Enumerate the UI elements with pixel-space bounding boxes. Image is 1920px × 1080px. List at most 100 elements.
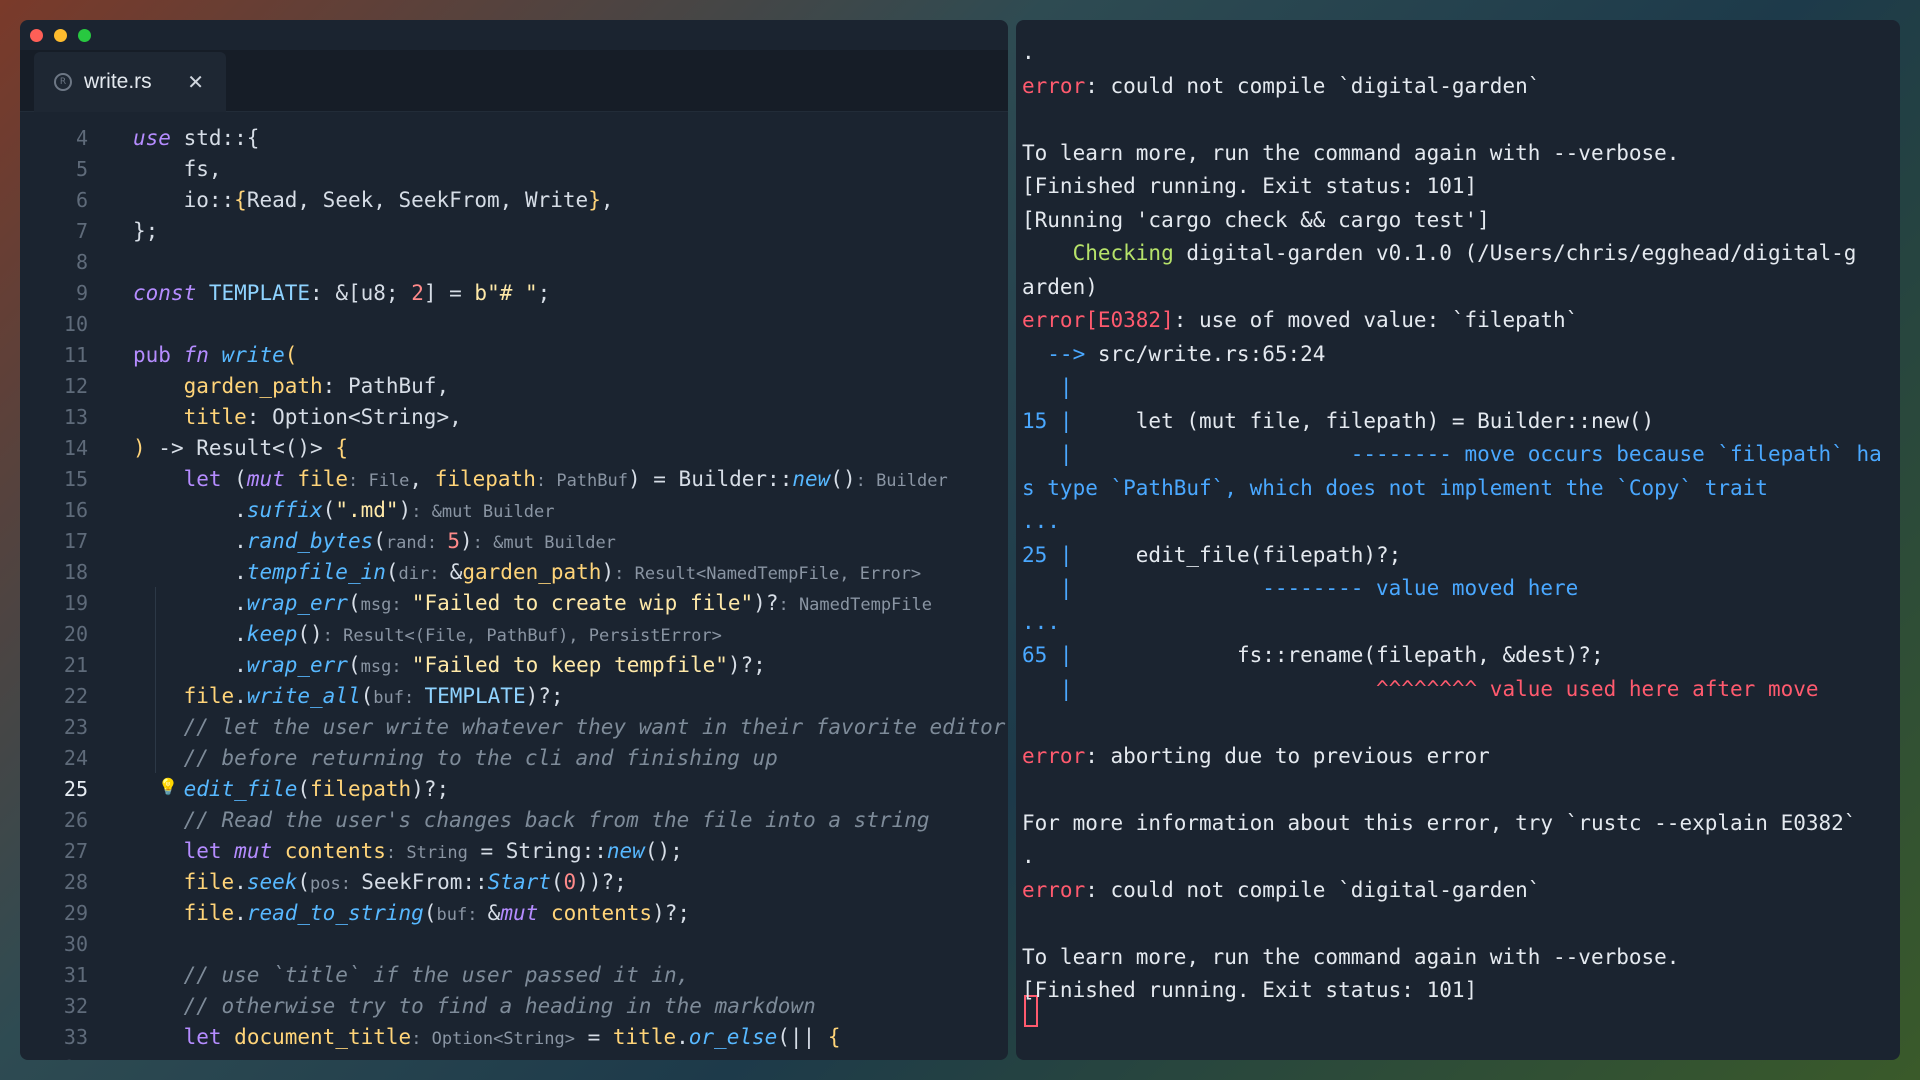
code-token: : Result<NamedTempFile, Error> <box>614 563 922 584</box>
code-token: )?; <box>411 776 450 801</box>
terminal-token: : use of moved value: `filepath` <box>1173 308 1579 332</box>
code-text: // before returning to the cli and finis… <box>133 746 778 770</box>
code-token: ( <box>347 652 361 677</box>
code-line[interactable]: 25 edit_file(filepath)?; 💡 <box>20 773 1008 804</box>
terminal-line: --> src/write.rs:65:24 <box>1022 342 1325 366</box>
line-number: 28 <box>63 869 88 894</box>
code-line[interactable]: 16 .suffix(".md"): &mut Builder <box>20 494 1008 525</box>
maximize-window-button[interactable] <box>78 29 91 42</box>
line-number: 9 <box>75 280 88 305</box>
code-token: ( <box>284 342 298 367</box>
code-token: )?; <box>727 652 766 677</box>
terminal-line: s type `PathBuf`, which does not impleme… <box>1022 476 1768 500</box>
code-token: : String <box>385 842 468 863</box>
code-token: garden_path <box>462 559 602 584</box>
code-token: // otherwise try to find a heading in th… <box>133 993 816 1018</box>
code-text: // otherwise try to find a heading in th… <box>133 994 816 1018</box>
code-token: ( <box>322 497 336 522</box>
code-line[interactable]: 21 .wrap_err(msg: "Failed to keep tempfi… <box>20 649 1008 680</box>
code-line[interactable]: 27 let mut contents: String = String::ne… <box>20 835 1008 866</box>
code-token: . <box>234 869 247 894</box>
terminal-token: ... <box>1022 609 1060 634</box>
code-line[interactable]: 6 io::{Read, Seek, SeekFrom, Write}, <box>20 184 1008 215</box>
code-line[interactable]: 18 .tempfile_in(dir: &garden_path): Resu… <box>20 556 1008 587</box>
code-line[interactable]: 33 let document_title: Option<String> = … <box>20 1021 1008 1052</box>
code-token: : String <box>335 1060 417 1061</box>
code-token: 5 <box>447 528 460 553</box>
code-line[interactable]: 29 file.read_to_string(buf: &mut content… <box>20 897 1008 928</box>
code-token: = <box>574 1024 613 1049</box>
line-number: 26 <box>63 807 88 832</box>
code-token: wrap_err <box>246 652 348 677</box>
code-text: let (mut file: File, filepath: PathBuf) … <box>133 467 948 491</box>
code-line[interactable]: 30 <box>20 928 1008 959</box>
code-line[interactable]: 8 <box>20 246 1008 277</box>
code-text: // Read the user's changes back from the… <box>133 808 930 832</box>
code-line[interactable]: 24 // before returning to the cli and fi… <box>20 742 1008 773</box>
terminal-token: arden) <box>1022 274 1098 299</box>
code-token: }; <box>133 218 159 243</box>
terminal-line: To learn more, run the command again wit… <box>1022 141 1679 165</box>
minimize-window-button[interactable] <box>54 29 67 42</box>
code-line[interactable]: 11 pub fn write( <box>20 339 1008 370</box>
code-line[interactable]: 19 .wrap_err(msg: "Failed to create wip … <box>20 587 1008 618</box>
code-token: -> Result<()> <box>145 435 336 460</box>
code-line[interactable]: 20 .keep(): Result<(File, PathBuf), Pers… <box>20 618 1008 649</box>
terminal-line: | -------- value moved here <box>1022 576 1578 600</box>
terminal-token: To learn more, run the command again wit… <box>1022 140 1680 165</box>
code-line[interactable]: 31 // use `title` if the user passed it … <box>20 959 1008 990</box>
code-token: ) <box>133 435 146 460</box>
code-line[interactable]: 17 .rand_bytes(rand: 5): &mut Builder <box>20 525 1008 556</box>
code-token: msg: <box>360 656 412 677</box>
code-token: contents <box>234 1056 335 1061</box>
terminal-token: fs::rename(filepath, &dest)?; <box>1072 643 1604 667</box>
terminal-token: ^^^^^^^^ value used here after move <box>1072 676 1819 701</box>
code-text: let mut contents: String = String::new()… <box>133 839 683 863</box>
code-line[interactable]: 10 <box>20 308 1008 339</box>
code-text: .keep(): Result<(File, PathBuf), Persist… <box>133 622 722 646</box>
code-line[interactable]: 4 use std::{ <box>20 122 1008 153</box>
tab-write-rs[interactable]: R write.rs ✕ <box>34 52 226 112</box>
line-number: 22 <box>63 683 88 708</box>
code-line[interactable]: 9 const TEMPLATE: &[u8; 2] = b"# "; <box>20 277 1008 308</box>
code-token: // use `title` if the user passed it in, <box>133 962 690 987</box>
code-token: edit_file <box>183 776 298 801</box>
terminal-panel[interactable]: . error: could not compile `digital-garde… <box>1016 20 1900 1060</box>
code-token: tempfile_in <box>246 559 386 584</box>
code-token: contents <box>550 900 653 925</box>
code-token: : File <box>347 470 410 491</box>
close-tab-icon[interactable]: ✕ <box>187 70 204 94</box>
lightbulb-icon[interactable]: 💡 <box>158 777 178 796</box>
code-line[interactable]: 26 // Read the user's changes back from … <box>20 804 1008 835</box>
code-token: seek <box>246 869 298 894</box>
code-line[interactable]: 12 garden_path: PathBuf, <box>20 370 1008 401</box>
code-line[interactable]: 22 file.write_all(buf: TEMPLATE)?; <box>20 680 1008 711</box>
code-area[interactable]: 4 use std::{5 fs, 6 io::{Read, Seek, SeekF… <box>20 122 1008 1061</box>
code-text: file.read_to_string(buf: &mut contents)?… <box>133 901 690 925</box>
line-number: 7 <box>75 218 88 243</box>
terminal-line: For more information about this error, t… <box>1022 811 1856 835</box>
terminal-token: | <box>1022 375 1073 399</box>
close-window-button[interactable] <box>30 29 43 42</box>
code-line[interactable]: 23 // let the user write whatever they w… <box>20 711 1008 742</box>
terminal-token: 15 | <box>1022 408 1073 433</box>
terminal-line: error[E0382]: use of moved value: `filep… <box>1022 308 1578 332</box>
code-line[interactable]: 34 contents: String <box>20 1052 1008 1061</box>
code-text: garden_path: PathBuf, <box>133 374 450 398</box>
terminal-line: arden) <box>1022 275 1098 299</box>
terminal-line: ... <box>1022 509 1060 533</box>
code-line[interactable]: 14) -> Result<()> { <box>20 432 1008 463</box>
code-line[interactable]: 28 file.seek(pos: SeekFrom::Start(0))?; <box>20 866 1008 897</box>
line-number: 32 <box>63 993 88 1018</box>
code-line[interactable]: 5 fs, <box>20 153 1008 184</box>
code-line[interactable]: 15 let (mut file: File, filepath: PathBu… <box>20 463 1008 494</box>
line-number: 21 <box>63 652 88 677</box>
code-token: ( <box>297 776 311 801</box>
tab-label: write.rs <box>84 70 152 93</box>
code-line[interactable]: 13 title: Option<String>, <box>20 401 1008 432</box>
code-line[interactable]: 32 // otherwise try to find a heading in… <box>20 990 1008 1021</box>
code-text: let document_title: Option<String> = tit… <box>133 1025 841 1049</box>
code-line[interactable]: 7}; <box>20 215 1008 246</box>
terminal-token: | -------- value moved here <box>1022 576 1579 600</box>
